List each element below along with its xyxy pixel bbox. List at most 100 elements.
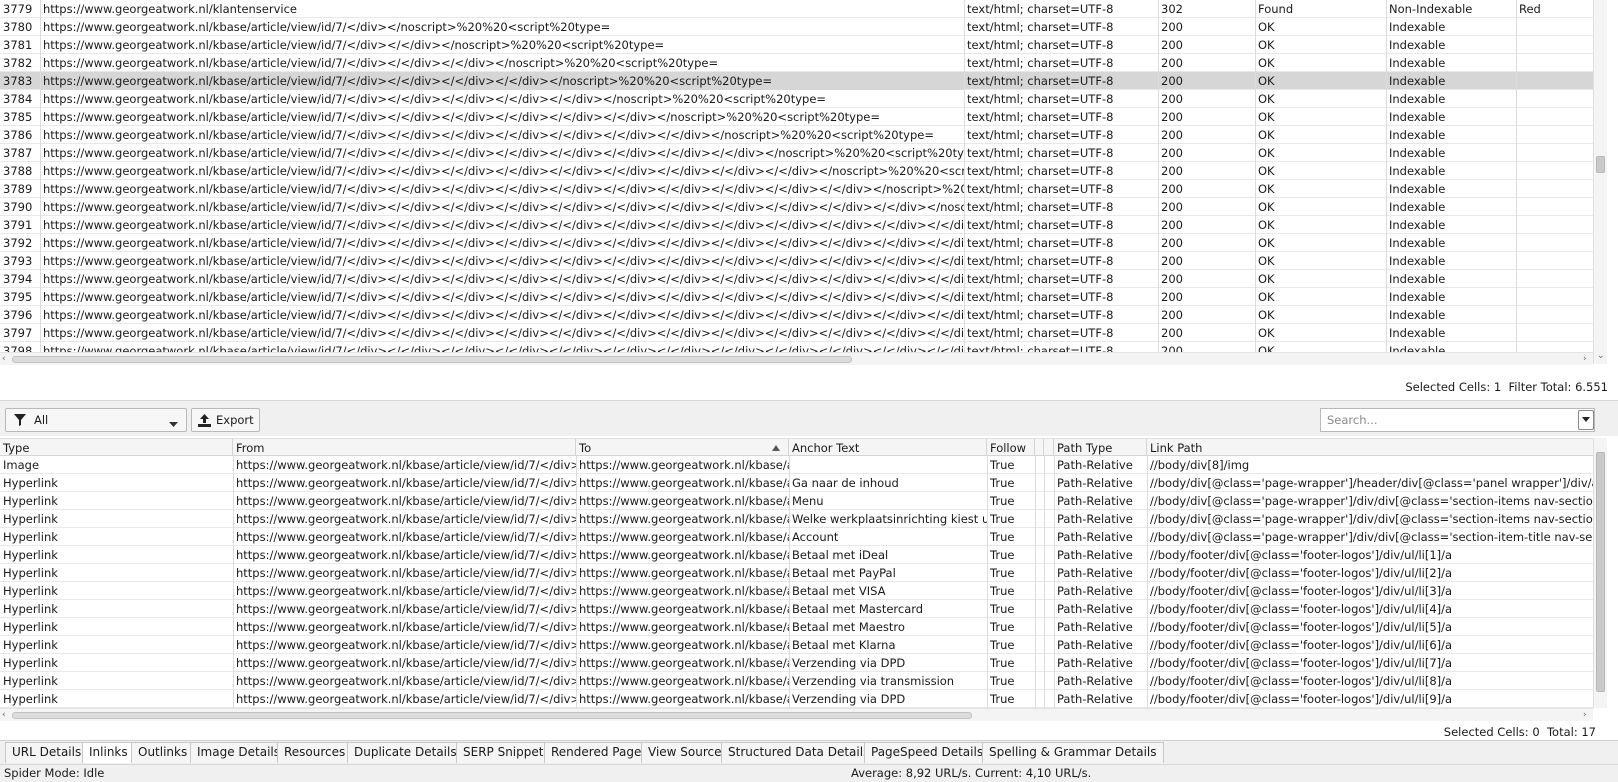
path-type-cell[interactable]: Path-Relative: [1054, 582, 1147, 600]
follow-cell[interactable]: True: [987, 546, 1035, 564]
header-blank[interactable]: [1044, 439, 1054, 457]
anchor-text-cell[interactable]: [789, 456, 987, 474]
tab-duplicate-details[interactable]: Duplicate Details: [347, 742, 464, 763]
type-cell[interactable]: Hyperlink: [0, 528, 233, 546]
row-number[interactable]: 3783: [0, 72, 40, 90]
type-cell[interactable]: Hyperlink: [0, 492, 233, 510]
indexability-cell[interactable]: Indexable: [1386, 180, 1516, 198]
row-number[interactable]: 3796: [0, 306, 40, 324]
filter-dropdown[interactable]: All: [5, 408, 187, 432]
scroll-right-icon[interactable]: ›: [1583, 709, 1587, 721]
to-cell[interactable]: https://www.georgeatwork.nl/kbase/ar...: [576, 528, 789, 546]
link-path-cell[interactable]: //body/div[@class='page-wrapper']/div/di…: [1147, 510, 1593, 528]
content-type-cell[interactable]: text/html; charset=UTF-8: [964, 180, 1158, 198]
address-cell[interactable]: https://www.georgeatwork.nl/klantenservi…: [40, 0, 964, 18]
follow-cell[interactable]: True: [987, 492, 1035, 510]
to-cell[interactable]: https://www.georgeatwork.nl/kbase/ar...: [576, 564, 789, 582]
address-cell[interactable]: https://www.georgeatwork.nl/kbase/articl…: [40, 144, 964, 162]
row-number[interactable]: 3782: [0, 54, 40, 72]
content-type-cell[interactable]: text/html; charset=UTF-8: [964, 162, 1158, 180]
content-type-cell[interactable]: text/html; charset=UTF-8: [964, 288, 1158, 306]
status-code-cell[interactable]: 200: [1158, 108, 1255, 126]
header-to[interactable]: To: [576, 439, 789, 457]
link-path-cell[interactable]: //body/footer/div[@class='footer-logos']…: [1147, 600, 1593, 618]
row-number[interactable]: 3781: [0, 36, 40, 54]
row-number[interactable]: 3788: [0, 162, 40, 180]
content-type-cell[interactable]: text/html; charset=UTF-8: [964, 144, 1158, 162]
status-code-cell[interactable]: 200: [1158, 324, 1255, 342]
table-row[interactable]: Image https://www.georgeatwork.nl/kbase/a…: [0, 456, 1593, 474]
path-type-cell[interactable]: Path-Relative: [1054, 672, 1147, 690]
indexability-status-cell[interactable]: [1516, 324, 1593, 342]
content-type-cell[interactable]: text/html; charset=UTF-8: [964, 270, 1158, 288]
anchor-text-cell[interactable]: Betaal met Maestro: [789, 618, 987, 636]
anchor-text-cell[interactable]: Betaal met Klarna: [789, 636, 987, 654]
table-row[interactable]: 3786 https://www.georgeatwork.nl/kbase/ar…: [0, 126, 1593, 144]
content-type-cell[interactable]: text/html; charset=UTF-8: [964, 324, 1158, 342]
indexability-cell[interactable]: Indexable: [1386, 36, 1516, 54]
status-code-cell[interactable]: 302: [1158, 0, 1255, 18]
indexability-cell[interactable]: Indexable: [1386, 306, 1516, 324]
link-path-cell[interactable]: //body/footer/div[@class='footer-logos']…: [1147, 636, 1593, 654]
table-row[interactable]: 3785 https://www.georgeatwork.nl/kbase/ar…: [0, 108, 1593, 126]
follow-cell[interactable]: True: [987, 600, 1035, 618]
follow-cell[interactable]: True: [987, 690, 1035, 708]
address-cell[interactable]: https://www.georgeatwork.nl/kbase/articl…: [40, 306, 964, 324]
to-cell[interactable]: https://www.georgeatwork.nl/kbase/ar...: [576, 546, 789, 564]
path-type-cell[interactable]: Path-Relative: [1054, 492, 1147, 510]
table-row[interactable]: Hyperlink https://www.georgeatwork.nl/kba…: [0, 546, 1593, 564]
type-cell[interactable]: Hyperlink: [0, 582, 233, 600]
type-cell[interactable]: Hyperlink: [0, 546, 233, 564]
status-code-cell[interactable]: 200: [1158, 270, 1255, 288]
status-code-cell[interactable]: 200: [1158, 72, 1255, 90]
indexability-status-cell[interactable]: [1516, 306, 1593, 324]
anchor-text-cell[interactable]: Welke werkplaatsinrichting kiest u?: [789, 510, 987, 528]
content-type-cell[interactable]: text/html; charset=UTF-8: [964, 90, 1158, 108]
table-row[interactable]: 3791 https://www.georgeatwork.nl/kbase/ar…: [0, 216, 1593, 234]
link-path-cell[interactable]: //body/div[@class='page-wrapper']/header…: [1147, 474, 1593, 492]
table-row[interactable]: 3797 https://www.georgeatwork.nl/kbase/ar…: [0, 324, 1593, 342]
to-cell[interactable]: https://www.georgeatwork.nl/kbase/ar...: [576, 672, 789, 690]
tab-url-details[interactable]: URL Details: [5, 742, 89, 763]
tab-spelling-grammar-details[interactable]: Spelling & Grammar Details: [982, 742, 1164, 763]
indexability-status-cell[interactable]: [1516, 126, 1593, 144]
link-path-cell[interactable]: //body/footer/div[@class='footer-logos']…: [1147, 690, 1593, 708]
indexability-status-cell[interactable]: [1516, 162, 1593, 180]
anchor-text-cell[interactable]: Menu: [789, 492, 987, 510]
indexability-cell[interactable]: Indexable: [1386, 108, 1516, 126]
indexability-status-cell[interactable]: [1516, 216, 1593, 234]
indexability-cell[interactable]: Indexable: [1386, 144, 1516, 162]
link-path-cell[interactable]: //body/div[@class='page-wrapper']/div/di…: [1147, 528, 1593, 546]
indexability-cell[interactable]: Indexable: [1386, 324, 1516, 342]
content-type-cell[interactable]: text/html; charset=UTF-8: [964, 306, 1158, 324]
to-cell[interactable]: https://www.georgeatwork.nl/kbase/ar...: [576, 636, 789, 654]
scrollbar-thumb[interactable]: [12, 712, 972, 719]
type-cell[interactable]: Hyperlink: [0, 690, 233, 708]
indexability-status-cell[interactable]: [1516, 72, 1593, 90]
link-path-cell[interactable]: //body/div[@class='page-wrapper']/div/di…: [1147, 492, 1593, 510]
from-cell[interactable]: https://www.georgeatwork.nl/kbase/articl…: [233, 564, 576, 582]
from-cell[interactable]: https://www.georgeatwork.nl/kbase/articl…: [233, 546, 576, 564]
tab-resources[interactable]: Resources: [277, 742, 353, 763]
status-cell[interactable]: OK: [1255, 144, 1386, 162]
status-cell[interactable]: OK: [1255, 108, 1386, 126]
type-cell[interactable]: Hyperlink: [0, 636, 233, 654]
status-code-cell[interactable]: 200: [1158, 90, 1255, 108]
table-row[interactable]: Hyperlink https://www.georgeatwork.nl/kba…: [0, 690, 1593, 708]
content-type-cell[interactable]: text/html; charset=UTF-8: [964, 126, 1158, 144]
to-cell[interactable]: https://www.georgeatwork.nl/kbase/ar...: [576, 456, 789, 474]
address-cell[interactable]: https://www.georgeatwork.nl/kbase/articl…: [40, 90, 964, 108]
address-cell[interactable]: https://www.georgeatwork.nl/kbase/articl…: [40, 216, 964, 234]
status-code-cell[interactable]: 200: [1158, 126, 1255, 144]
table-row[interactable]: 3792 https://www.georgeatwork.nl/kbase/ar…: [0, 234, 1593, 252]
follow-cell[interactable]: True: [987, 654, 1035, 672]
status-code-cell[interactable]: 200: [1158, 306, 1255, 324]
header-blank[interactable]: [1035, 439, 1044, 457]
link-path-cell[interactable]: //body/footer/div[@class='footer-logos']…: [1147, 672, 1593, 690]
status-cell[interactable]: OK: [1255, 162, 1386, 180]
path-type-cell[interactable]: Path-Relative: [1054, 654, 1147, 672]
status-code-cell[interactable]: 200: [1158, 162, 1255, 180]
link-path-cell[interactable]: //body/footer/div[@class='footer-logos']…: [1147, 546, 1593, 564]
follow-cell[interactable]: True: [987, 456, 1035, 474]
link-path-cell[interactable]: //body/footer/div[@class='footer-logos']…: [1147, 564, 1593, 582]
